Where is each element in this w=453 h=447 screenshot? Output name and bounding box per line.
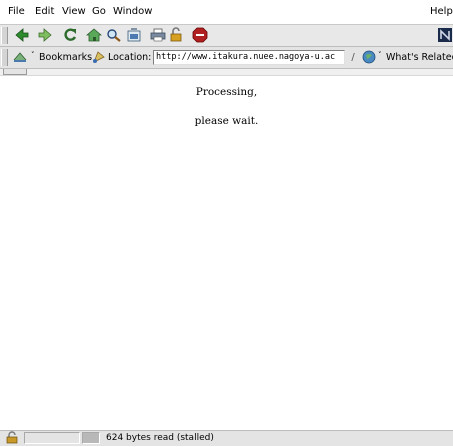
- security-lock-status-icon[interactable]: [5, 431, 19, 444]
- url-history-dropdown[interactable]: /: [347, 50, 359, 65]
- whats-related-dropdown-marker: ˅: [378, 51, 382, 59]
- status-text: 624 bytes read (stalled): [106, 433, 214, 443]
- menu-view[interactable]: View: [62, 6, 86, 18]
- please-wait-text: please wait.: [194, 115, 259, 127]
- bookmarks-button[interactable]: Bookmarks: [39, 52, 92, 63]
- stop-icon[interactable]: [192, 27, 208, 43]
- processing-text: Processing,: [195, 86, 258, 98]
- my-netscape-icon[interactable]: [126, 27, 142, 43]
- bookmarks-dropdown-marker: ˅: [31, 51, 35, 59]
- security-icon[interactable]: [168, 27, 184, 43]
- menu-file[interactable]: File: [8, 6, 25, 18]
- progress-meter: [24, 432, 80, 444]
- collapsed-toolbar-strip: [0, 69, 453, 76]
- whats-related-button[interactable]: What's Related: [386, 52, 453, 63]
- navigation-toolbar: [0, 25, 453, 47]
- menu-bar: File Edit View Go Window Help: [0, 0, 453, 25]
- location-icon: [92, 50, 108, 66]
- whats-related-icon[interactable]: [362, 50, 378, 66]
- menu-go[interactable]: Go: [92, 6, 106, 18]
- status-bar: 624 bytes read (stalled): [0, 430, 453, 446]
- netscape-logo-icon: [438, 27, 453, 43]
- location-toolbar: ˅ Bookmarks Location: http://www.itakura…: [0, 47, 453, 69]
- forward-icon[interactable]: [37, 27, 53, 43]
- home-icon[interactable]: [85, 27, 103, 43]
- url-field[interactable]: http://www.itakura.nuee.nagoya-u.ac: [153, 50, 345, 65]
- toolbar-grip[interactable]: [1, 27, 8, 44]
- menu-edit[interactable]: Edit: [35, 6, 54, 18]
- back-icon[interactable]: [14, 27, 30, 43]
- print-icon[interactable]: [150, 27, 166, 43]
- menu-window[interactable]: Window: [113, 6, 152, 18]
- bookmarks-icon[interactable]: [12, 50, 28, 66]
- location-label: Location:: [108, 52, 152, 63]
- search-icon[interactable]: [106, 27, 122, 43]
- reload-icon[interactable]: [62, 27, 78, 43]
- collapsed-toolbar-tab[interactable]: [3, 69, 27, 75]
- location-toolbar-grip[interactable]: [1, 49, 8, 66]
- menu-help[interactable]: Help: [430, 6, 453, 18]
- page-content: Processing, please wait.: [0, 76, 453, 428]
- progress-indicator: [82, 432, 100, 444]
